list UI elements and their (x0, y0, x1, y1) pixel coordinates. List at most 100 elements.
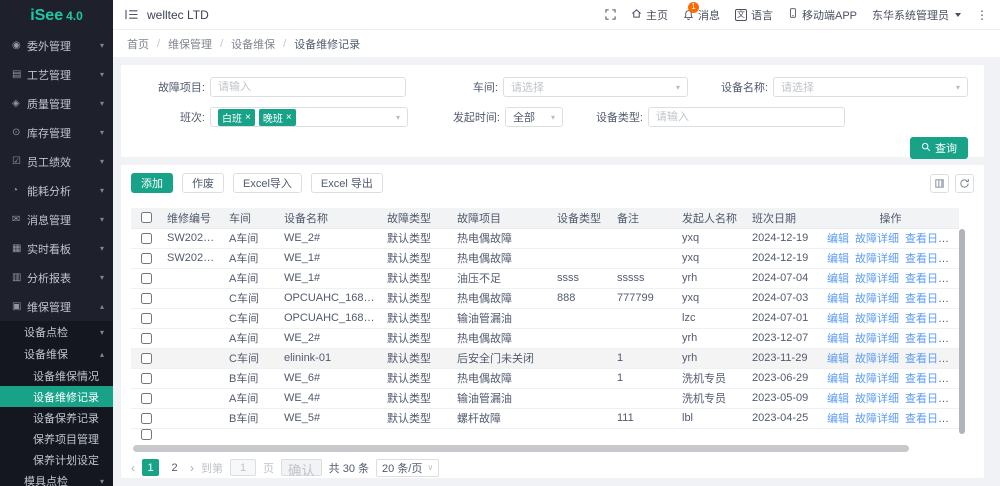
sidebar-item-report[interactable]: ▥ 分析报表 ▾ (0, 263, 113, 292)
breadcrumb-item[interactable]: 设备维保 (231, 36, 275, 52)
goto-confirm-button[interactable]: 确认 (281, 459, 322, 476)
sidebar-item-process[interactable]: ▤ 工艺管理 ▾ (0, 60, 113, 89)
row-action-0[interactable]: 编辑 (827, 313, 849, 325)
row-checkbox[interactable] (141, 253, 152, 264)
breadcrumb-item[interactable]: 首页 (127, 36, 149, 52)
row-action-2[interactable]: 查看日志 (905, 313, 949, 325)
row-action-0[interactable]: 编辑 (827, 293, 849, 305)
row-checkbox[interactable] (141, 393, 152, 404)
row-action-1[interactable]: 故障详细 (855, 333, 899, 345)
sidebar-item-quality[interactable]: ◈ 质量管理 ▾ (0, 89, 113, 118)
pagination: ‹ 1 2 › 到第 页 确认 共 30 条 20 条/页 ∨ (131, 459, 974, 477)
sidebar-item-dashboard[interactable]: ▦ 实时看板 ▾ (0, 234, 113, 263)
sidebar-item-maintenance[interactable]: ▣ 维保管理 ▴ (0, 292, 113, 321)
row-action-2[interactable]: 查看日志 (905, 233, 949, 245)
add-button[interactable]: 添加 (131, 173, 173, 193)
home-button[interactable]: 主页 (631, 7, 668, 23)
sidebar-item-device-check[interactable]: 设备点检 ▾ (0, 321, 113, 343)
sidebar-item-energy[interactable]: ◔ 能耗分析 ▾ (0, 176, 113, 205)
cell-date: 2024-07-03 (746, 288, 822, 308)
row-action-0[interactable]: 编辑 (827, 333, 849, 345)
row-action-2[interactable]: 查看日志 (905, 373, 949, 385)
user-menu[interactable]: 东华系统管理员 (872, 7, 961, 23)
page-size-select[interactable]: 20 条/页 ∨ (376, 459, 439, 477)
row-action-1[interactable]: 故障详细 (855, 273, 899, 285)
row-checkbox[interactable] (141, 373, 152, 384)
row-checkbox[interactable] (141, 233, 152, 244)
more-vertical-icon[interactable]: ⋮ (976, 8, 988, 22)
row-action-0[interactable]: 编辑 (827, 353, 849, 365)
sidebar-item-upkeep-records[interactable]: 设备保养记录 (0, 407, 113, 428)
sidebar-item-performance[interactable]: ☑ 员工绩效 ▾ (0, 147, 113, 176)
messages-button[interactable]: 1 消息 (683, 7, 720, 23)
page-2-button[interactable]: 2 (166, 459, 183, 476)
sidebar-item-mold-check[interactable]: 模具点检 ▾ (0, 470, 113, 486)
page-1-button[interactable]: 1 (142, 459, 159, 476)
search-button[interactable]: 查询 (910, 137, 968, 159)
row-checkbox[interactable] (141, 429, 152, 440)
fullscreen-icon[interactable] (605, 9, 616, 20)
void-button[interactable]: 作废 (182, 173, 224, 193)
row-action-0[interactable]: 编辑 (827, 373, 849, 385)
row-checkbox[interactable] (141, 313, 152, 324)
row-action-1[interactable]: 故障详细 (855, 233, 899, 245)
close-icon[interactable]: × (245, 112, 251, 123)
row-action-1[interactable]: 故障详细 (855, 393, 899, 405)
row-action-0[interactable]: 编辑 (827, 393, 849, 405)
sidebar-item-repair-records[interactable]: 设备维修记录 (0, 386, 113, 407)
prev-page-button[interactable]: ‹ (131, 461, 135, 475)
refresh-icon[interactable] (955, 174, 974, 193)
excel-import-button[interactable]: Excel导入 (233, 173, 302, 193)
sidebar-item-device-maintain[interactable]: 设备维保 ▴ (0, 343, 113, 365)
sidebar-item-upkeep-project[interactable]: 保养项目管理 (0, 428, 113, 449)
row-checkbox[interactable] (141, 413, 152, 424)
row-action-1[interactable]: 故障详细 (855, 253, 899, 265)
row-checkbox[interactable] (141, 293, 152, 304)
breadcrumb-item[interactable]: 维保管理 (168, 36, 212, 52)
columns-settings-icon[interactable] (930, 174, 949, 193)
column-device-type: 设备类型 (551, 208, 611, 228)
row-checkbox[interactable] (141, 353, 152, 364)
row-action-2[interactable]: 查看日志 (905, 273, 949, 285)
row-action-0[interactable]: 编辑 (827, 253, 849, 265)
shift-multiselect[interactable]: 白班 × 晚班 × ▾ (210, 107, 408, 127)
sidebar-item-inventory[interactable]: ⊙ 库存管理 ▾ (0, 118, 113, 147)
device-name-select[interactable]: 请选择 ▾ (773, 77, 968, 97)
mobile-app-button[interactable]: 移动端APP (788, 7, 857, 23)
row-action-2[interactable]: 查看日志 (905, 253, 949, 265)
workshop-select[interactable]: 请选择 ▾ (503, 77, 688, 97)
device-type-input[interactable] (656, 111, 837, 123)
row-action-2[interactable]: 查看日志 (905, 393, 949, 405)
row-action-1[interactable]: 故障详细 (855, 353, 899, 365)
row-action-1[interactable]: 故障详细 (855, 373, 899, 385)
close-icon[interactable]: × (286, 112, 292, 123)
sidebar-item-maintain-status[interactable]: 设备维保情况 (0, 365, 113, 386)
goto-page-input[interactable] (230, 459, 256, 476)
excel-export-button[interactable]: Excel 导出 (311, 173, 383, 193)
sidebar-item-upkeep-plan[interactable]: 保养计划设定 (0, 449, 113, 470)
row-action-0[interactable]: 编辑 (827, 273, 849, 285)
row-checkbox[interactable] (141, 273, 152, 284)
row-action-2[interactable]: 查看日志 (905, 293, 949, 305)
row-action-2[interactable]: 查看日志 (905, 333, 949, 345)
row-action-0[interactable]: 编辑 (827, 413, 849, 425)
row-action-1[interactable]: 故障详细 (855, 413, 899, 425)
row-action-0[interactable]: 编辑 (827, 233, 849, 245)
start-time-select[interactable]: 全部 ▾ (505, 107, 563, 127)
fault-item-input[interactable] (218, 81, 398, 93)
sidebar-item-outsourcing[interactable]: ◉ 委外管理 ▾ (0, 31, 113, 60)
row-action-1[interactable]: 故障详细 (855, 313, 899, 325)
horizontal-scrollbar[interactable] (133, 445, 909, 452)
row-action-2[interactable]: 查看日志 (905, 413, 949, 425)
sidebar-item-message[interactable]: ✉ 消息管理 ▾ (0, 205, 113, 234)
next-page-button[interactable]: › (190, 461, 194, 475)
row-action-2[interactable]: 查看日志 (905, 353, 949, 365)
row-action-1[interactable]: 故障详细 (855, 293, 899, 305)
collapse-menu-icon[interactable] (125, 9, 138, 20)
table-row-clipped (131, 428, 959, 441)
language-button[interactable]: 文 语言 (735, 7, 773, 23)
row-checkbox[interactable] (141, 333, 152, 344)
user-icon: ◉ (12, 40, 27, 51)
vertical-scrollbar[interactable] (959, 229, 965, 434)
select-all-checkbox[interactable] (141, 212, 152, 223)
